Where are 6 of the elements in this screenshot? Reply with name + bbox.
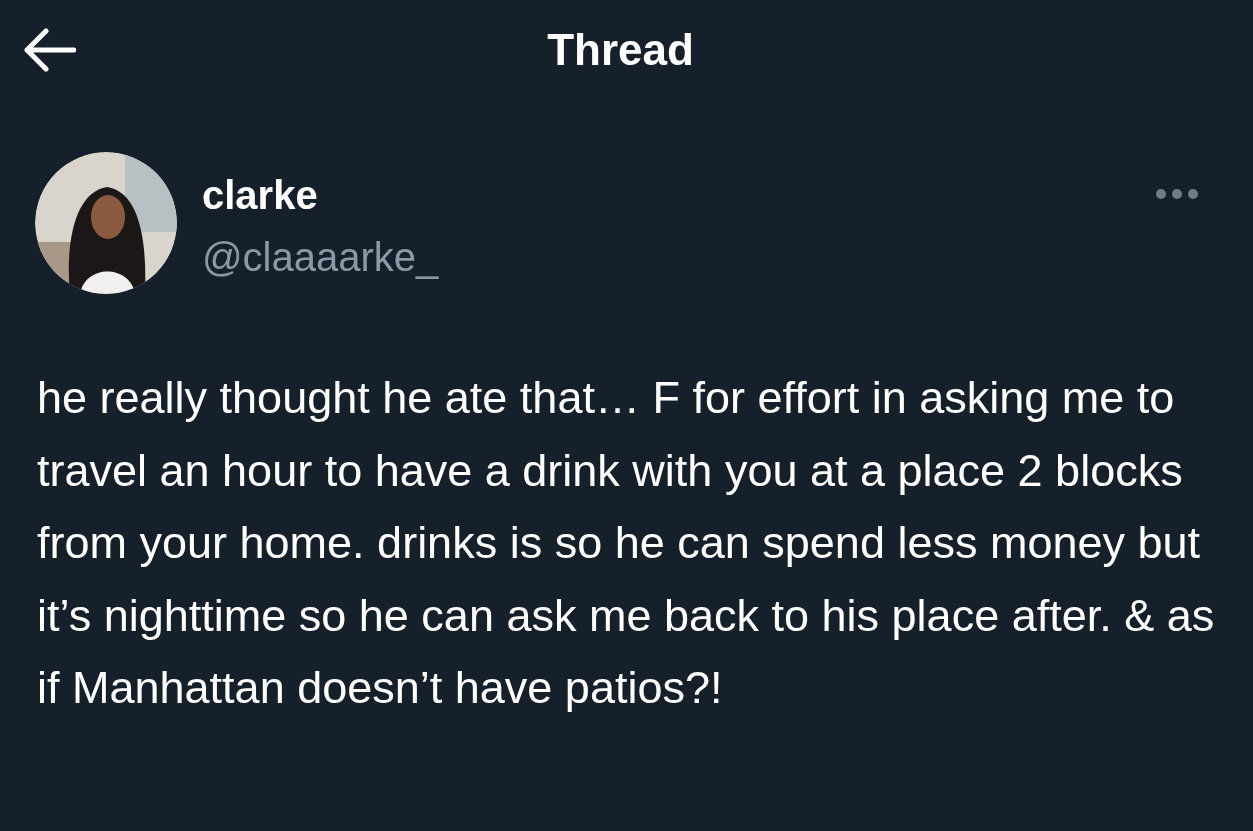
more-icon xyxy=(1155,188,1199,200)
back-arrow-icon xyxy=(22,28,76,72)
tweet-text: he really thought he ate that… F for effort in asking me to travel an hour to have a drink with you at a place 2 blocks from your home. drinks is so he can spend less money but it’s nighttime so he can ask me back to his place after. & as if Manhattan doesn’t have patios?! xyxy=(37,371,1216,716)
page-title: Thread xyxy=(547,28,694,72)
author-name: clarke xyxy=(202,172,319,218)
author-handle: @claaaarke_ xyxy=(202,234,439,280)
